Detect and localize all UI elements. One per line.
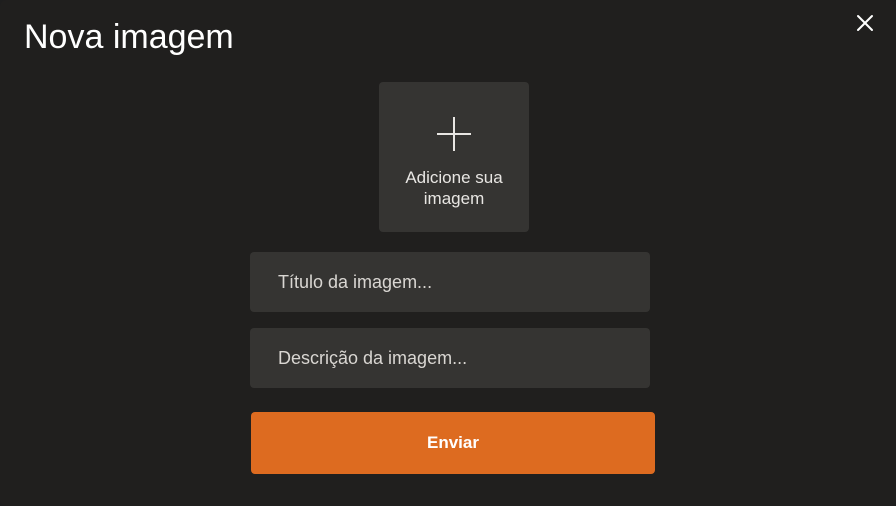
submit-button[interactable]: Enviar: [251, 412, 655, 474]
image-upload-dropzone[interactable]: Adicione sua imagem: [379, 82, 529, 232]
upload-label: Adicione sua imagem: [405, 168, 503, 208]
close-icon: [857, 15, 873, 31]
modal-title: Nova imagem: [24, 18, 234, 56]
image-description-input[interactable]: [250, 328, 650, 388]
image-title-input[interactable]: [250, 252, 650, 312]
close-button[interactable]: [852, 10, 878, 36]
new-image-modal: Nova imagem Adicione sua imagem Enviar: [0, 0, 896, 506]
plus-icon: [437, 117, 471, 151]
